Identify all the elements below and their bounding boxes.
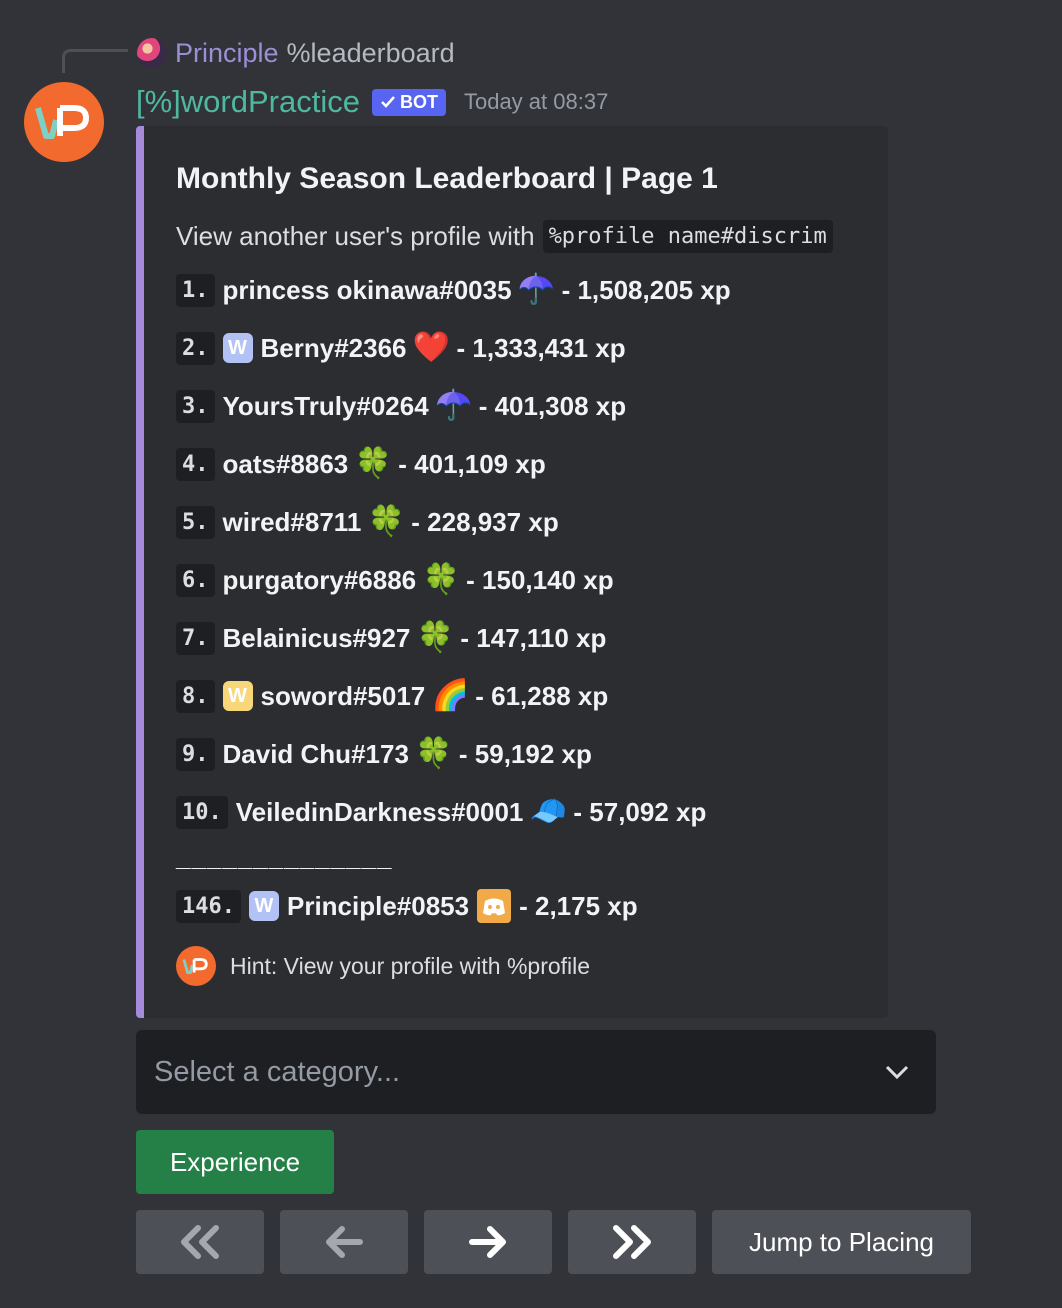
- leaderboard-row: 4. oats#8863 🍀 - 401,109 xp: [176, 444, 546, 484]
- rank-emoji-icon: 🍀: [422, 563, 460, 596]
- username: David Chu#173: [222, 738, 409, 769]
- xp-value: - 147,110 xp: [460, 622, 607, 653]
- double-chevron-right-icon: [613, 1225, 651, 1259]
- own-rank: 146.: [176, 889, 241, 923]
- xp-value: - 228,937 xp: [411, 506, 559, 537]
- leaderboard-row: 5. wired#8711 🍀 - 228,937 xp: [176, 502, 559, 542]
- bot-tag-label: BOT: [399, 91, 438, 112]
- message-header: [%]wordPractice BOT Today at 08:37: [136, 82, 608, 122]
- leaderboard-row: 2. W Berny#2366 ❤️ - 1,333,431 xp: [176, 328, 626, 368]
- username: oats#8863: [222, 448, 349, 479]
- rank-number: 3.: [176, 389, 215, 423]
- footer-logo-icon: [176, 946, 216, 986]
- leaderboard-row: 6. purgatory#6886 🍀 - 150,140 xp: [176, 560, 614, 600]
- last-page-button[interactable]: [568, 1210, 696, 1274]
- embed-description: View another user's profile with %profil…: [176, 220, 833, 253]
- w-badge-icon: W: [222, 681, 253, 711]
- rank-number: 10.: [176, 795, 228, 829]
- xp-value: - 401,109 xp: [398, 448, 546, 479]
- rank-number: 6.: [176, 563, 215, 597]
- rank-emoji-icon: 🍀: [415, 737, 453, 770]
- arrow-left-icon: [326, 1226, 363, 1258]
- check-icon: [381, 96, 395, 108]
- username: Berny#2366: [260, 332, 407, 363]
- rank-number: 7.: [176, 621, 215, 655]
- username: princess okinawa#0035: [222, 274, 512, 305]
- leaderboard-row: 8. Wsoword#5017 🌈 - 61,288 xp: [176, 676, 608, 716]
- previous-page-button[interactable]: [280, 1210, 408, 1274]
- jump-to-placing-button[interactable]: Jump to Placing: [712, 1210, 971, 1274]
- profile-command-code: %profile name#discrim: [542, 220, 833, 253]
- reply-connector: [62, 49, 128, 73]
- rank-number: 4.: [176, 447, 215, 481]
- leaderboard-embed: Monthly Season Leaderboard | Page 1 View…: [136, 126, 888, 1018]
- xp-value: - 401,308 xp: [478, 390, 627, 421]
- own-entry-row: 146. W Principle#0853 - 2,175 xp: [176, 886, 638, 926]
- rank-number: 9.: [176, 737, 215, 771]
- rank-emoji-icon: 🍀: [416, 621, 455, 654]
- rank-emoji-icon: 🍀: [354, 447, 392, 480]
- discord-emoji-icon: [477, 889, 512, 923]
- experience-button[interactable]: Experience: [136, 1130, 334, 1194]
- username: soword#5017: [260, 680, 426, 711]
- category-select[interactable]: Select a category...: [136, 1030, 936, 1114]
- wp-logo-icon: [35, 105, 89, 139]
- bot-avatar[interactable]: [24, 82, 104, 162]
- embed-title: Monthly Season Leaderboard | Page 1: [176, 162, 718, 195]
- reply-avatar[interactable]: [137, 38, 167, 68]
- leaderboard-row: 7. Belainicus#927 🍀 - 147,110 xp: [176, 618, 606, 658]
- rank-emoji-icon: 🧢: [529, 795, 568, 828]
- username: purgatory#6886: [222, 564, 417, 595]
- message-timestamp[interactable]: Today at 08:37: [464, 89, 608, 115]
- own-xp: - 2,175 xp: [519, 890, 638, 921]
- rank-emoji-icon: ☂️: [517, 273, 556, 306]
- leaderboard-row: 9. David Chu#173 🍀 - 59,192 xp: [176, 734, 592, 774]
- rank-number: 2.: [176, 331, 215, 365]
- separator-line: ______________: [176, 842, 393, 872]
- xp-value: - 1,508,205 xp: [561, 274, 731, 305]
- username: wired#8711: [222, 506, 362, 537]
- embed-description-text: View another user's profile with: [176, 221, 535, 251]
- rank-emoji-icon: 🌈: [431, 679, 469, 712]
- rank-emoji-icon: ❤️: [412, 331, 451, 364]
- w-badge-icon: W: [248, 891, 279, 921]
- rank-emoji-icon: ☂️: [435, 389, 473, 422]
- leaderboard-row: 1. princess okinawa#0035 ☂️ - 1,508,205 xp: [176, 270, 731, 310]
- first-page-button[interactable]: [136, 1210, 264, 1274]
- xp-value: - 59,192 xp: [458, 738, 592, 769]
- bot-author-name[interactable]: [%]wordPractice: [136, 84, 360, 120]
- category-select-placeholder: Select a category...: [154, 1055, 401, 1088]
- rank-number: 5.: [176, 505, 215, 539]
- username: Belainicus#927: [222, 622, 411, 653]
- rank-number: 8.: [176, 679, 215, 713]
- next-page-button[interactable]: [424, 1210, 552, 1274]
- arrow-right-icon: [469, 1226, 506, 1258]
- own-username: Principle#0853: [286, 890, 470, 921]
- username: VeiledinDarkness#0001: [235, 796, 524, 827]
- xp-value: - 57,092 xp: [573, 796, 707, 827]
- double-chevron-left-icon: [181, 1225, 219, 1259]
- embed-footer: Hint: View your profile with %profile: [176, 946, 590, 986]
- xp-value: - 61,288 xp: [475, 680, 609, 711]
- username: YoursTruly#0264: [222, 390, 429, 421]
- rank-number: 1.: [176, 273, 215, 307]
- reply-reference[interactable]: Principle %leaderboard: [137, 36, 455, 70]
- w-badge-icon: W: [222, 333, 253, 363]
- bot-badge: BOT: [371, 88, 446, 116]
- chevron-down-icon: [885, 1065, 909, 1080]
- leaderboard-row: 3. YoursTruly#0264 ☂️ - 401,308 xp: [176, 386, 626, 426]
- xp-value: - 150,140 xp: [466, 564, 614, 595]
- xp-value: - 1,333,431 xp: [456, 332, 626, 363]
- leaderboard-row: 10. VeiledinDarkness#0001 🧢 - 57,092 xp: [176, 792, 706, 832]
- rank-emoji-icon: 🍀: [367, 505, 405, 538]
- footer-hint-text: Hint: View your profile with %profile: [230, 952, 591, 979]
- reply-command[interactable]: %leaderboard: [287, 38, 455, 69]
- reply-author[interactable]: Principle: [175, 38, 279, 69]
